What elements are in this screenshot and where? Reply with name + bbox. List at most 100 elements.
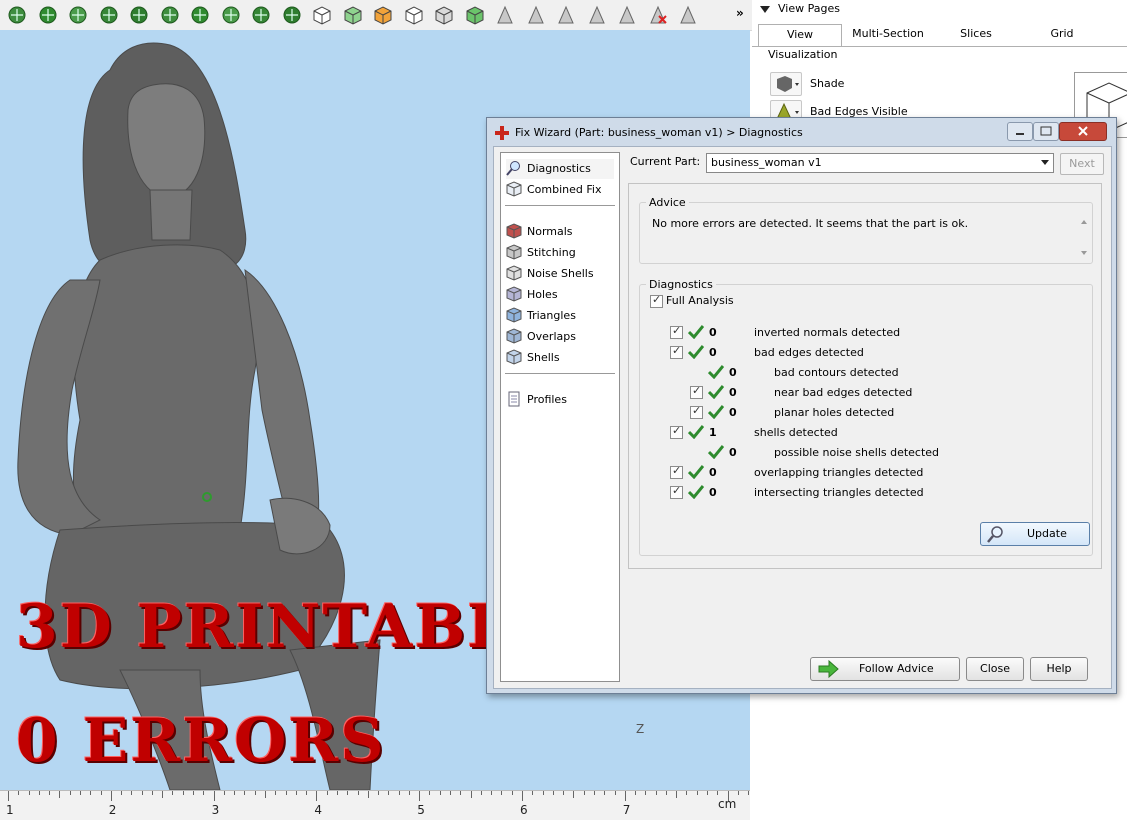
green-check-icon bbox=[708, 405, 724, 419]
ruler-tick bbox=[254, 791, 256, 795]
ruler-tick bbox=[573, 791, 575, 798]
tab-slices[interactable]: Slices bbox=[936, 24, 1016, 46]
ruler-tick bbox=[306, 791, 308, 795]
diagnostic-count: 0 bbox=[729, 386, 737, 399]
ruler-tick bbox=[480, 791, 482, 795]
ruler-tick bbox=[665, 791, 667, 795]
mesh-tool-10-icon[interactable] bbox=[281, 4, 303, 26]
mesh-tool-6-icon[interactable] bbox=[159, 4, 181, 26]
ruler-tick bbox=[367, 791, 369, 798]
overlay-subtitle: 0 ERRORS bbox=[16, 706, 386, 776]
close-window-button[interactable] bbox=[1059, 122, 1107, 141]
main-toolbar: » bbox=[0, 0, 752, 31]
triangle-tool-4-icon[interactable] bbox=[586, 4, 608, 26]
nav-item-profiles[interactable]: Profiles bbox=[506, 390, 614, 410]
green-check-icon bbox=[708, 365, 724, 379]
mesh-tool-2-icon[interactable] bbox=[37, 4, 59, 26]
cube-tool-6-icon[interactable] bbox=[464, 4, 486, 26]
triangle-tool-2-icon[interactable] bbox=[525, 4, 547, 26]
nav-item-diagnostics[interactable]: Diagnostics bbox=[506, 159, 614, 179]
ruler-tick bbox=[655, 791, 657, 795]
triangles-icon bbox=[506, 307, 522, 323]
cube-tool-5-icon[interactable] bbox=[433, 4, 455, 26]
ruler-tick bbox=[604, 791, 606, 795]
cube-icon bbox=[506, 181, 522, 197]
nav-item-stitching[interactable]: Stitching bbox=[506, 243, 614, 263]
follow-advice-button[interactable]: Follow Advice bbox=[810, 657, 960, 681]
triangle-tool-1-icon[interactable] bbox=[494, 4, 516, 26]
chevron-down-icon bbox=[1041, 160, 1049, 165]
ruler-tick bbox=[244, 791, 246, 795]
nav-item-normals[interactable]: Normals bbox=[506, 222, 614, 242]
diagnostic-checkbox[interactable] bbox=[670, 484, 683, 499]
visualization-section-label: Visualization bbox=[768, 48, 838, 61]
triangle-tool-3-icon[interactable] bbox=[555, 4, 577, 26]
view-pages-header[interactable]: View Pages bbox=[760, 2, 840, 15]
mesh-tool-9-icon[interactable] bbox=[250, 4, 272, 26]
ruler-tick bbox=[18, 791, 20, 795]
ruler-tick bbox=[408, 791, 410, 795]
tab-view[interactable]: View bbox=[758, 24, 842, 47]
diagnostic-checkbox[interactable] bbox=[670, 344, 683, 359]
minimize-button[interactable] bbox=[1007, 122, 1033, 141]
ruler-tick bbox=[450, 791, 452, 795]
triangle-tool-5-icon[interactable] bbox=[616, 4, 638, 26]
nav-item-overlaps[interactable]: Overlaps bbox=[506, 327, 614, 347]
maximize-button[interactable] bbox=[1033, 122, 1059, 141]
advice-scrollbar[interactable] bbox=[1078, 215, 1090, 259]
diagnostic-checkbox[interactable] bbox=[670, 324, 683, 339]
diagnostic-checkbox[interactable] bbox=[670, 424, 683, 439]
ruler-tick bbox=[38, 791, 40, 795]
tab-multi-section[interactable]: Multi-Section bbox=[848, 24, 928, 46]
ruler-label: 1 bbox=[6, 803, 14, 817]
nav-item-holes[interactable]: Holes bbox=[506, 285, 614, 305]
nav-item-triangles[interactable]: Triangles bbox=[506, 306, 614, 326]
green-check-icon bbox=[708, 385, 724, 399]
toolbar-overflow-button[interactable]: » bbox=[736, 6, 744, 20]
cube-tool-2-icon[interactable] bbox=[342, 4, 364, 26]
update-button[interactable]: Update bbox=[980, 522, 1090, 546]
mesh-tool-1-icon[interactable] bbox=[6, 4, 28, 26]
diagnostic-count: 0 bbox=[709, 346, 717, 359]
mesh-tool-8-icon[interactable] bbox=[220, 4, 242, 26]
mesh-tool-5-icon[interactable] bbox=[128, 4, 150, 26]
normals-icon bbox=[506, 223, 522, 239]
diagnostic-checkbox[interactable] bbox=[690, 404, 703, 419]
nav-item-noise-shells[interactable]: Noise Shells bbox=[506, 264, 614, 284]
cube-tool-3-icon[interactable] bbox=[372, 4, 394, 26]
cube-tool-1-icon[interactable] bbox=[311, 4, 333, 26]
current-part-select[interactable]: business_woman v1 bbox=[706, 153, 1054, 173]
help-button[interactable]: Help bbox=[1030, 657, 1088, 681]
ruler-tick bbox=[378, 791, 380, 795]
close-button[interactable]: Close bbox=[966, 657, 1024, 681]
mesh-tool-3-icon[interactable] bbox=[67, 4, 89, 26]
full-analysis-checkbox[interactable] bbox=[650, 293, 663, 308]
ruler-tick bbox=[182, 791, 184, 795]
ruler-tick bbox=[460, 791, 462, 795]
nav-item-shells[interactable]: Shells bbox=[506, 348, 614, 368]
mesh-tool-7-icon[interactable] bbox=[189, 4, 211, 26]
green-check-icon bbox=[688, 465, 704, 479]
diagnostics-group: Diagnostics Full Analysis Update 0 invert… bbox=[639, 278, 1093, 556]
ruler-tick bbox=[347, 791, 349, 795]
next-button[interactable]: Next bbox=[1060, 153, 1104, 175]
tab-grid[interactable]: Grid bbox=[1022, 24, 1102, 46]
nav-label: Triangles bbox=[527, 309, 576, 322]
dialog-titlebar[interactable]: Fix Wizard (Part: business_woman v1) > D… bbox=[495, 126, 803, 140]
cube-tool-4-icon[interactable] bbox=[403, 4, 425, 26]
ruler-tick bbox=[162, 791, 164, 798]
nav-item-combined-fix[interactable]: Combined Fix bbox=[506, 180, 614, 200]
nav-separator bbox=[505, 205, 615, 206]
diagnostic-checkbox[interactable] bbox=[670, 464, 683, 479]
nav-label: Stitching bbox=[527, 246, 576, 259]
diagnostics-frame: Advice No more errors are detected. It s… bbox=[628, 183, 1102, 569]
shade-dropdown-button[interactable] bbox=[770, 72, 802, 96]
triangle-tool-6-icon[interactable] bbox=[647, 4, 669, 26]
red-cross-icon bbox=[495, 126, 509, 140]
view-pages-title: View Pages bbox=[778, 2, 840, 15]
triangle-tool-7-icon[interactable] bbox=[677, 4, 699, 26]
mesh-tool-4-icon[interactable] bbox=[98, 4, 120, 26]
nav-label: Diagnostics bbox=[527, 162, 591, 175]
diagnostic-checkbox[interactable] bbox=[690, 384, 703, 399]
collapse-triangle-icon[interactable] bbox=[760, 5, 770, 13]
